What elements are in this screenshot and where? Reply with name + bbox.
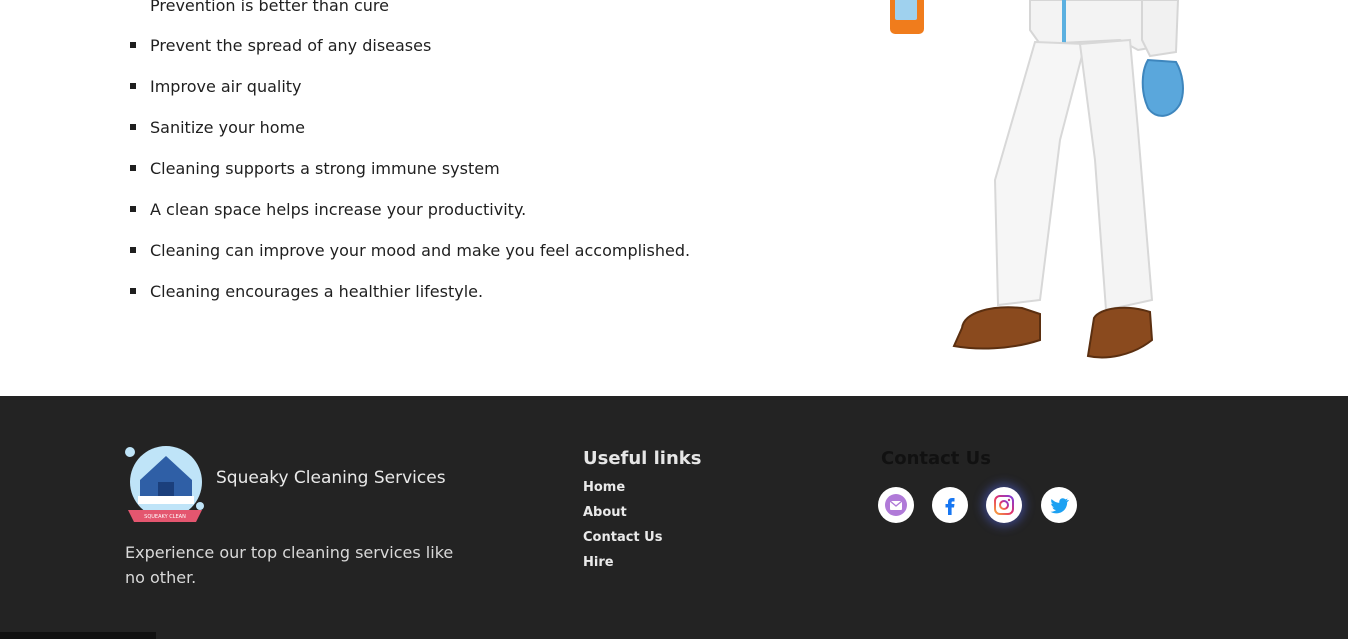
benefit-item-partial: Prevention is better than cure xyxy=(150,0,389,15)
site-footer: SQUEAKY CLEAN Squeaky Cleaning Services … xyxy=(0,396,1348,639)
bullet-icon xyxy=(130,287,136,294)
benefit-item: Cleaning encourages a healthier lifestyl… xyxy=(130,282,483,302)
useful-links-title: Useful links xyxy=(583,448,702,469)
benefit-item: A clean space helps increase your produc… xyxy=(130,200,526,220)
contact-title: Contact Us xyxy=(881,448,992,469)
footer-link-home[interactable]: Home xyxy=(583,475,701,500)
company-logo: SQUEAKY CLEAN xyxy=(124,444,206,526)
svg-text:SQUEAKY CLEAN: SQUEAKY CLEAN xyxy=(144,514,186,520)
bullet-icon xyxy=(130,82,136,89)
email-icon xyxy=(885,494,907,516)
footer-link-hire[interactable]: Hire xyxy=(583,550,701,575)
house-logo-icon: SQUEAKY CLEAN xyxy=(125,446,204,522)
useful-links: Useful links Home About Contact Us Hire xyxy=(583,448,701,575)
cleaner-person-illustration xyxy=(880,0,1200,370)
bullet-icon xyxy=(130,41,136,48)
footer-link-about[interactable]: About xyxy=(583,500,701,525)
bullet-icon xyxy=(130,164,136,171)
facebook-link[interactable] xyxy=(932,487,968,523)
contact-block: Contact Us xyxy=(878,448,1077,523)
facebook-icon xyxy=(945,498,955,515)
status-bar xyxy=(0,632,156,639)
footer-link-contact-us[interactable]: Contact Us xyxy=(583,525,701,550)
cleaner-illustration-icon xyxy=(890,0,1184,359)
instagram-icon xyxy=(994,495,1014,515)
benefits-section: Prevention is better than cure Prevent t… xyxy=(0,0,800,396)
email-link[interactable] xyxy=(878,487,914,523)
social-links xyxy=(878,487,1088,527)
benefit-item: Sanitize your home xyxy=(130,118,305,138)
brand-name: Squeaky Cleaning Services xyxy=(216,468,446,488)
bullet-icon xyxy=(130,205,136,212)
twitter-icon xyxy=(1050,498,1069,514)
instagram-link[interactable] xyxy=(986,487,1022,523)
bullet-icon xyxy=(130,246,136,253)
brand-tagline: Experience our top cleaning services lik… xyxy=(125,543,454,587)
bullet-icon xyxy=(130,123,136,130)
benefit-item: Prevent the spread of any diseases xyxy=(130,36,431,56)
benefit-item: Cleaning can improve your mood and make … xyxy=(130,241,690,261)
benefit-item: Cleaning supports a strong immune system xyxy=(130,159,500,179)
twitter-link[interactable] xyxy=(1041,487,1077,523)
benefit-item: Improve air quality xyxy=(130,77,302,97)
